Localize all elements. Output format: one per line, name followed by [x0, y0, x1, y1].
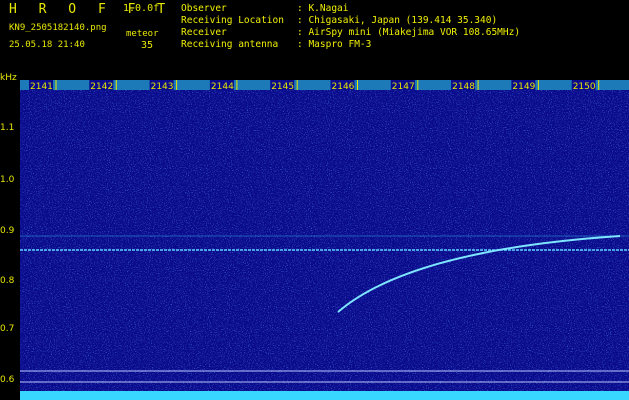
- bottom-band: [20, 391, 629, 400]
- time-tick-label: 2147: [392, 82, 415, 92]
- y-tick-1-1: 1.1: [0, 123, 15, 133]
- meta-value-antenna: : Maspro FM-3: [297, 39, 372, 50]
- meta-value-receiver: : AirSpy mini (Miakejima VOR 108.65MHz): [297, 27, 521, 38]
- meta-key-location: Receiving Location: [181, 15, 284, 26]
- y-tick-0-8: 0.8: [0, 276, 15, 286]
- meteor-label: meteor: [126, 29, 159, 39]
- meta-value-location: : Chigasaki, Japan (139.414 35.340): [297, 15, 498, 26]
- y-axis-unit: kHz: [0, 73, 17, 83]
- y-tick-0-9: 0.9: [0, 226, 15, 236]
- meta-key-antenna: Receiving antenna: [181, 39, 279, 50]
- time-tick-label: 2142: [90, 82, 113, 92]
- time-tick-label: 2143: [151, 82, 174, 92]
- time-tick-label: 2146: [332, 82, 355, 92]
- meta-key-observer: Observer: [181, 3, 227, 14]
- spectrogram-noise: [20, 80, 629, 400]
- time-tick-label: 2149: [512, 82, 535, 92]
- time-tick-label: 2148: [452, 82, 475, 92]
- time-tick-label: 2144: [211, 82, 234, 92]
- time-tick-label: 2150: [573, 82, 596, 92]
- meta-key-receiver: Receiver: [181, 27, 227, 38]
- time-tick-label: 2141: [30, 82, 53, 92]
- y-tick-0-6: 0.6: [0, 375, 15, 385]
- app-version: 1.0.0f: [123, 3, 160, 14]
- meteor-count: 35: [141, 40, 154, 51]
- y-tick-0-7: 0.7: [0, 324, 15, 334]
- time-tick-label: 2145: [271, 82, 294, 92]
- header-panel: H R O F F T 1.0.0f KN9_2505182140.png me…: [0, 0, 629, 78]
- meta-value-observer: : K.Nagai: [297, 3, 349, 14]
- timestamp: 25.05.18 21:40: [9, 40, 85, 50]
- image-filename: KN9_2505182140.png: [9, 23, 107, 33]
- y-tick-1-0: 1.0: [0, 175, 15, 185]
- spectrogram-plot: 2141 2142 2143 2144 2145 2146 2147 2148 2149 2150: [20, 80, 629, 400]
